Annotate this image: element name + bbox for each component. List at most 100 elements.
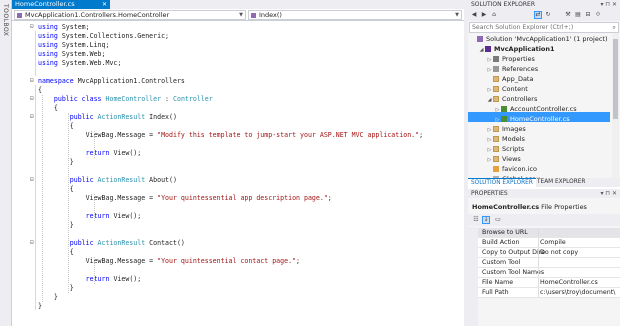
code-line[interactable]: ViewBag.Message = "Modify this template …	[38, 131, 423, 140]
code-token: public class	[38, 95, 106, 103]
tab-team-explorer[interactable]: TEAM EXPLORER	[534, 178, 588, 187]
collapse-all-icon[interactable]: ⊟	[584, 11, 592, 19]
property-row[interactable]: Build Action Compile	[478, 238, 620, 248]
tree-item-label: Controllers	[502, 95, 538, 103]
toolbox-strip[interactable]: TOOLBOX	[0, 0, 12, 326]
tree-item[interactable]: favicon.ico	[486, 164, 537, 174]
property-value[interactable]: c:\users\troy\document\	[540, 288, 620, 297]
property-value[interactable]: Do not copy	[540, 248, 620, 257]
code-token: System.Collections.Generic;	[61, 32, 170, 40]
tree-item[interactable]: App_Data	[486, 74, 533, 84]
tree-item-label: Images	[502, 125, 526, 133]
code-line[interactable]: ViewBag.Message = "Your quintessential a…	[38, 194, 332, 203]
member-dropdown[interactable]: Index() ▼	[248, 10, 462, 20]
code-token: System.Linq;	[61, 41, 110, 49]
tree-item[interactable]: ▷ Content	[486, 84, 528, 94]
code-line[interactable]: using System;	[38, 23, 90, 32]
tree-item[interactable]: ▷ Scripts	[486, 144, 525, 154]
code-line[interactable]: }	[38, 302, 42, 311]
collapse-region-icon[interactable]: ⊟	[30, 24, 37, 31]
panel-window-buttons[interactable]: ▾ ⊓ ✕	[600, 0, 617, 9]
forward-icon[interactable]: ▶	[480, 11, 488, 19]
property-pages-icon[interactable]: ▭	[494, 216, 502, 224]
tree-item[interactable]: ▷ Models	[486, 134, 525, 144]
code-line[interactable]: using System.Web;	[38, 50, 106, 59]
collapse-region-icon[interactable]: ⊟	[30, 96, 37, 103]
back-icon[interactable]: ◀	[470, 11, 478, 19]
code-line[interactable]: public ActionResult Index()	[38, 113, 177, 122]
tree-item[interactable]: ▷ HomeController.cs	[494, 114, 570, 124]
code-line[interactable]: public class HomeController : Controller	[38, 95, 213, 104]
class-dropdown-value: MvcApplication1.Controllers.HomeControll…	[25, 11, 170, 19]
tree-item[interactable]: Solution 'MvcApplication1' (1 project)	[470, 34, 608, 44]
code-line[interactable]: public ActionResult About()	[38, 176, 177, 185]
alphabetical-icon[interactable]: ↓	[482, 216, 490, 224]
tree-item[interactable]: ▷ References	[486, 64, 539, 74]
property-row[interactable]: Custom Tool Names	[478, 268, 620, 278]
property-value[interactable]: Compile	[540, 238, 620, 247]
tree-item[interactable]: ▷ Images	[486, 124, 526, 134]
code-line[interactable]: using System.Web.Mvc;	[38, 59, 121, 68]
refresh-icon[interactable]: ↻	[544, 11, 552, 19]
property-row[interactable]: Custom Tool	[478, 258, 620, 268]
close-tab-icon[interactable]: ✕	[102, 0, 107, 9]
code-token: View();	[113, 149, 142, 157]
solution-explorer-search-input[interactable]: Search Solution Explorer (Ctrl+;) ⌕	[469, 22, 619, 33]
outline-guide	[35, 121, 36, 166]
property-name: Build Action	[482, 239, 520, 246]
tree-item[interactable]: ▷ Properties	[486, 54, 535, 64]
expanded-arrow-icon[interactable]: ◢	[486, 95, 493, 105]
code-line[interactable]: return View();	[38, 275, 142, 284]
tree-item-label: AccountController.cs	[510, 105, 577, 113]
tree-item[interactable]: ▷ AccountController.cs	[494, 104, 577, 114]
expanded-arrow-icon[interactable]: ◢	[478, 45, 485, 55]
property-row[interactable]: Copy to Output Dire Do not copy	[478, 248, 620, 258]
properties-title-bar: PROPERTIES ▾ ⊓ ✕	[468, 189, 620, 198]
code-line[interactable]: ViewBag.Message = "Your quintessential c…	[38, 257, 300, 266]
code-line[interactable]: namespace MvcApplication1.Controllers	[38, 77, 185, 86]
sync-icon[interactable]: ⇄	[534, 11, 542, 19]
code-line[interactable]: {	[38, 104, 58, 113]
properties-toolbar: ☷ ↓ ▭	[468, 214, 620, 226]
property-name: Custom Tool Names	[482, 269, 545, 276]
tab-homecontroller[interactable]: HomeController.cs ✕	[12, 0, 110, 9]
search-icon[interactable]: ⌕	[613, 23, 616, 32]
class-dropdown[interactable]: MvcApplication1.Controllers.HomeControll…	[14, 10, 246, 20]
solution-explorer-scrollbar[interactable]	[612, 33, 619, 178]
tree-item[interactable]: ◢ MvcApplication1	[478, 44, 555, 54]
code-token: System;	[61, 23, 90, 31]
collapse-region-icon[interactable]: ⊟	[30, 177, 37, 184]
collapse-region-icon[interactable]: ⊟	[30, 114, 37, 121]
code-token: "Your quintessential contact page."	[157, 257, 297, 265]
code-token: }	[38, 293, 58, 301]
prop-icon	[493, 55, 499, 62]
code-line[interactable]: }	[38, 293, 58, 302]
property-row[interactable]: Browse to URL	[478, 228, 620, 238]
view-code-icon[interactable]: ⟐	[594, 11, 602, 19]
scrollbar-thumb[interactable]	[613, 39, 618, 119]
property-name: Full Path	[482, 289, 509, 296]
property-row[interactable]: File Name HomeController.cs	[478, 278, 620, 288]
code-editor[interactable]: using System; using System.Collections.Ge…	[12, 21, 464, 326]
code-line[interactable]: return View();	[38, 149, 142, 158]
collapse-region-icon[interactable]: ⊟	[30, 78, 37, 85]
home-icon[interactable]: ⌂	[490, 11, 498, 19]
collapse-region-icon[interactable]: ⊟	[30, 240, 37, 247]
code-line[interactable]: using System.Collections.Generic;	[38, 32, 169, 41]
property-value[interactable]: HomeController.cs	[540, 278, 620, 287]
tree-item[interactable]: ▷ Views	[486, 154, 521, 164]
tab-solution-explorer[interactable]: SOLUTION EXPLORER	[468, 178, 536, 188]
tree-item[interactable]: ◢ Controllers	[486, 94, 538, 105]
properties-icon[interactable]: ⚒	[564, 11, 572, 19]
code-line[interactable]: using System.Linq;	[38, 41, 109, 50]
code-line[interactable]: {	[38, 86, 42, 95]
code-token: View();	[113, 212, 142, 220]
code-line[interactable]: return View();	[38, 212, 142, 221]
categorized-icon[interactable]: ☷	[472, 216, 480, 224]
panel-window-buttons[interactable]: ▾ ⊓ ✕	[600, 189, 617, 198]
code-token: Index()	[145, 113, 177, 121]
property-row[interactable]: Full Path c:\users\troy\document\	[478, 288, 620, 298]
properties-object-selector[interactable]: HomeController.cs File Properties	[468, 202, 620, 213]
code-line[interactable]: public ActionResult Contact()	[38, 239, 185, 248]
show-all-files-icon[interactable]: ▤	[574, 11, 582, 19]
